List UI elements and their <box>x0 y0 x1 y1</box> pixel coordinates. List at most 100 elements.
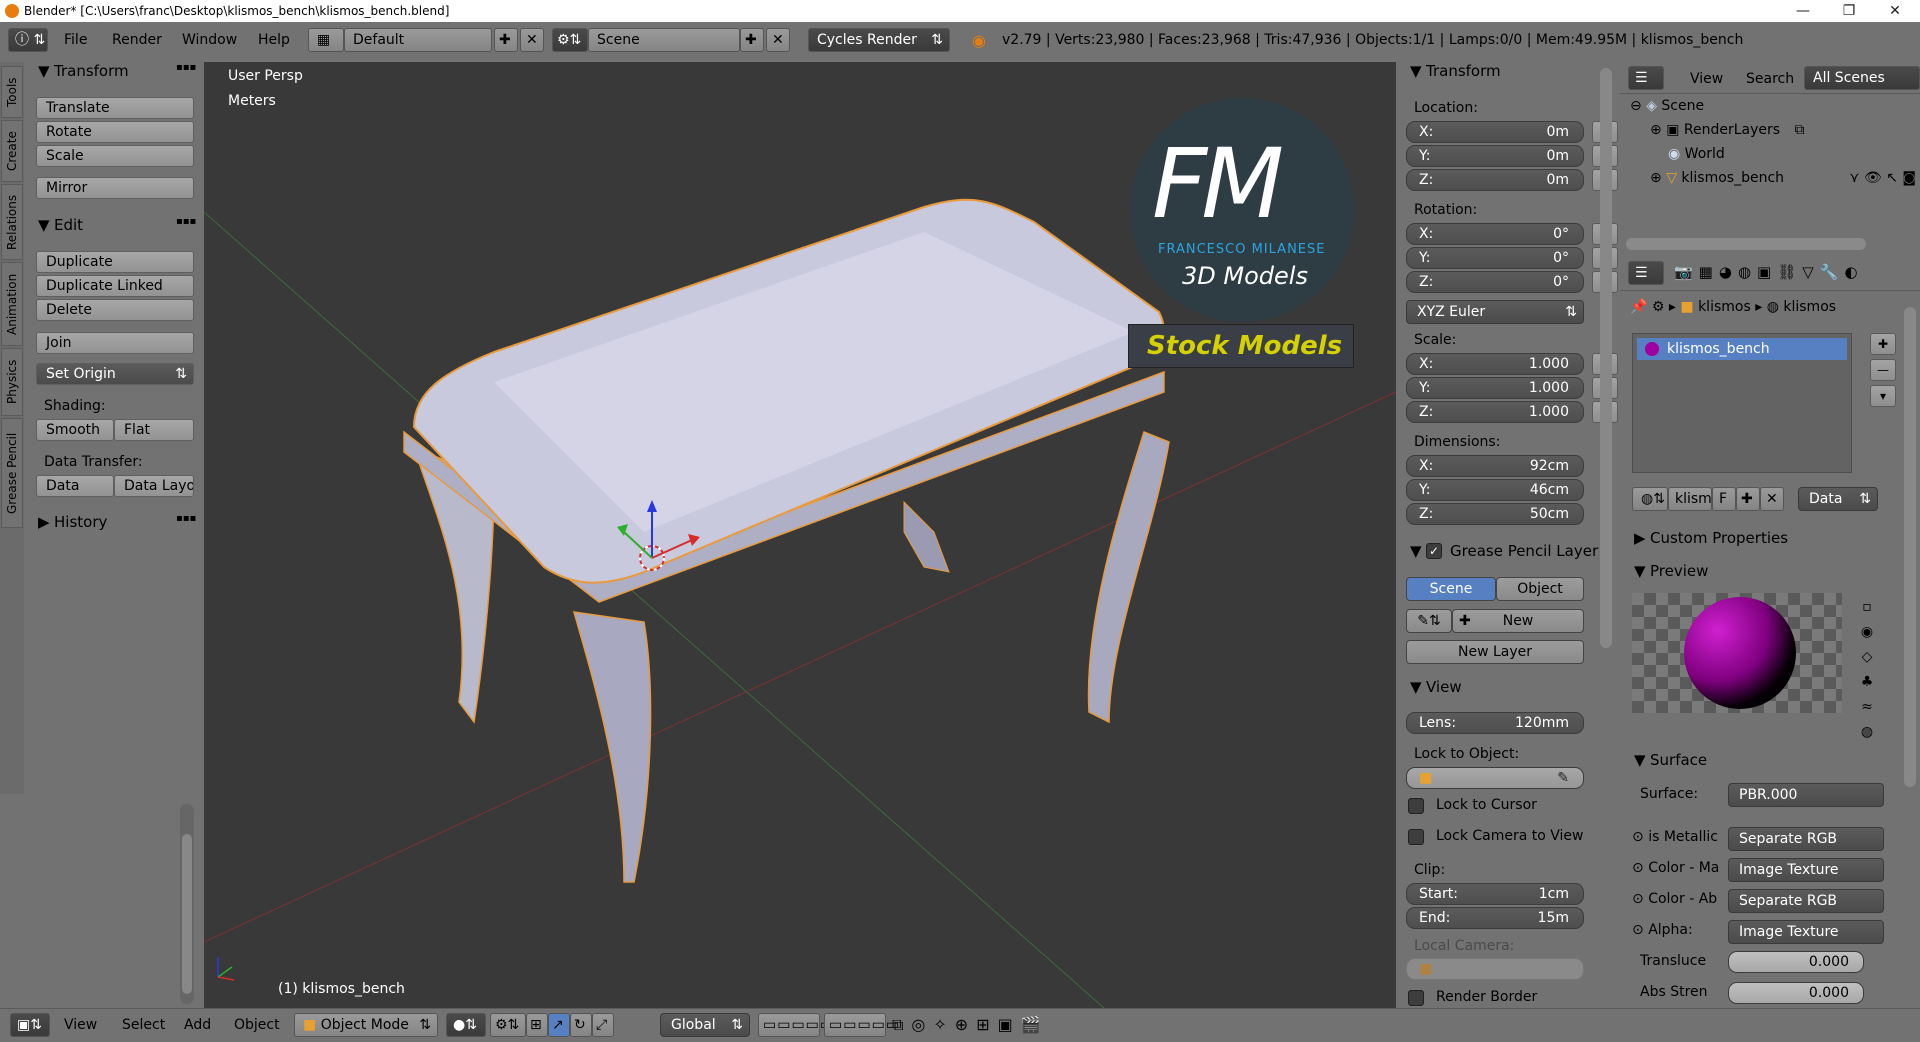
drag-grip-icon[interactable]: ▪▪▪ <box>176 513 196 524</box>
remove-layout-icon[interactable]: ✕ <box>520 28 544 52</box>
view-header[interactable]: View <box>1426 678 1462 696</box>
toolshelf-scrollbar[interactable] <box>180 804 194 1004</box>
metallic-input-dropdown[interactable]: Separate RGB <box>1728 827 1884 851</box>
add-menu[interactable]: Add <box>184 1017 211 1033</box>
menu-render[interactable]: Render <box>112 32 162 48</box>
history-expand-icon[interactable]: ▶ <box>38 513 50 531</box>
close-button[interactable]: ✕ <box>1872 0 1918 22</box>
tab-relations[interactable]: Relations <box>1 184 23 260</box>
view-collapse-icon[interactable]: ▼ <box>1410 678 1422 696</box>
add-layout-icon[interactable]: ✚ <box>494 28 518 52</box>
dimension-y-field[interactable]: Y: 46cm <box>1406 479 1584 501</box>
delete-button[interactable]: Delete <box>36 299 194 321</box>
grease-pencil-checkbox[interactable]: ✓ <box>1426 543 1442 559</box>
history-header[interactable]: History <box>54 513 107 531</box>
editor-type-info-button[interactable]: ⓘ ⇅ <box>8 28 48 52</box>
material-slot-item[interactable]: klismos_bench <box>1637 338 1847 360</box>
location-x-field[interactable]: X: 0m <box>1406 121 1584 143</box>
material-name-field[interactable]: klism <box>1668 487 1712 511</box>
join-button[interactable]: Join <box>36 332 194 354</box>
tab-grease-pencil[interactable]: Grease Pencil <box>1 418 23 528</box>
layers-grid-2[interactable]: ▭▭▭▭▭ <box>824 1013 899 1037</box>
duplicate-linked-button[interactable]: Duplicate Linked <box>36 275 194 297</box>
add-slot-icon[interactable]: ✚ <box>1870 333 1896 355</box>
tab-animation[interactable]: Animation <box>1 262 23 346</box>
gp-new-layer-button[interactable]: New Layer <box>1406 640 1584 664</box>
3d-viewport[interactable]: User Persp Meters (1) klismos_bench FM F… <box>204 62 1396 1008</box>
clip-start-field[interactable]: Start: 1cm <box>1406 883 1584 905</box>
material-slots-list[interactable]: klismos_bench <box>1632 333 1852 473</box>
transform-collapse-icon[interactable]: ▼ <box>38 62 50 80</box>
orientation-dropdown[interactable]: Global ⇅ <box>660 1013 750 1037</box>
drag-grip-icon[interactable]: ▪▪▪ <box>176 62 196 73</box>
tab-create[interactable]: Create <box>1 120 23 182</box>
minimize-button[interactable]: — <box>1780 0 1826 22</box>
smooth-button[interactable]: Smooth <box>36 419 114 441</box>
remove-slot-icon[interactable]: — <box>1870 359 1896 381</box>
material-link-dropdown[interactable]: Data ⇅ <box>1798 487 1878 511</box>
layout-icon-button[interactable]: ▦ <box>308 28 344 52</box>
edit-collapse-icon[interactable]: ▼ <box>38 216 50 234</box>
set-origin-dropdown[interactable]: Set Origin ⇅ <box>36 363 194 385</box>
menu-file[interactable]: File <box>64 32 87 48</box>
location-y-field[interactable]: Y: 0m <box>1406 145 1584 167</box>
context-tab-icons[interactable]: 📷▦◕◍▣⛓▽🔧◐ <box>1674 263 1864 281</box>
data-layout-button[interactable]: Data Layo <box>114 475 194 497</box>
n-transform-header[interactable]: Transform <box>1426 62 1501 80</box>
outliner-view-menu[interactable]: View <box>1690 71 1723 87</box>
clip-end-field[interactable]: End: 15m <box>1406 907 1584 929</box>
lock-cursor-checkbox[interactable] <box>1408 798 1424 814</box>
viewport-tool-icons[interactable]: ⧉◎✧⊕⊞▣🎬 <box>892 1015 1049 1035</box>
mode-dropdown[interactable]: ■ Object Mode ⇅ <box>294 1013 438 1037</box>
tree-row-object[interactable]: ⊕ ▽ klismos_bench ⋎ 👁 ↖ ◙ <box>1650 170 1916 186</box>
translate-manipulator-icon[interactable]: ↗ <box>548 1013 570 1037</box>
dimension-x-field[interactable]: X: 92cm <box>1406 455 1584 477</box>
scrollbar-thumb[interactable] <box>182 834 192 994</box>
menu-window[interactable]: Window <box>182 32 237 48</box>
alpha-input-dropdown[interactable]: Image Texture <box>1728 920 1884 944</box>
gp-scene-toggle[interactable]: Scene <box>1406 577 1496 601</box>
abs-strength-slider[interactable]: 0.000 <box>1728 982 1864 1004</box>
transform-header[interactable]: Transform <box>54 62 129 80</box>
fake-user-button[interactable]: F <box>1712 487 1736 511</box>
n-panel-scrollbar[interactable] <box>1600 68 1612 648</box>
rotation-mode-dropdown[interactable]: XYZ Euler ⇅ <box>1406 300 1584 324</box>
slot-menu-icon[interactable]: ▾ <box>1870 385 1896 407</box>
scene-selector[interactable]: Scene <box>588 28 740 52</box>
surface-shader-dropdown[interactable]: PBR.000 <box>1728 783 1884 807</box>
tab-tools[interactable]: Tools <box>1 66 23 118</box>
outliner-search-menu[interactable]: Search <box>1746 71 1794 87</box>
custom-props-expand-icon[interactable]: ▶ <box>1634 529 1646 547</box>
data-transfer-button[interactable]: Data <box>36 475 114 497</box>
tree-row-scene[interactable]: ⊖ ◈ Scene <box>1630 98 1704 114</box>
pencil-icon[interactable]: ✎⇅ <box>1406 609 1452 633</box>
pivot-dropdown[interactable]: ⚙⇅ <box>490 1013 526 1037</box>
menu-help[interactable]: Help <box>258 32 290 48</box>
grease-pencil-header[interactable]: Grease Pencil Layer <box>1450 542 1610 560</box>
tree-row-renderlayers[interactable]: ⊕ ▣ RenderLayers ⧉ <box>1650 122 1805 138</box>
unlink-material-icon[interactable]: ✕ <box>1760 487 1784 511</box>
outliner-filter-dropdown[interactable]: All Scenes <box>1804 66 1920 90</box>
rotation-z-field[interactable]: Z: 0° <box>1406 271 1584 293</box>
scale-manipulator-icon[interactable]: ⤢ <box>592 1013 614 1037</box>
lock-camera-checkbox[interactable] <box>1408 829 1424 845</box>
object-menu[interactable]: Object <box>234 1017 280 1033</box>
tree-row-world[interactable]: ◉ World <box>1668 146 1725 162</box>
translucent-slider[interactable]: 0.000 <box>1728 951 1864 973</box>
rotation-y-field[interactable]: Y: 0° <box>1406 247 1584 269</box>
visibility-icons[interactable]: ⋎ 👁 ↖ ◙ <box>1849 170 1916 186</box>
outliner-editor-icon[interactable]: ☰ <box>1628 66 1664 90</box>
manipulator-toggle-icon[interactable]: ⊞ <box>526 1013 548 1037</box>
scale-x-field[interactable]: X: 1.000 <box>1406 353 1584 375</box>
rotation-x-field[interactable]: X: 0° <box>1406 223 1584 245</box>
rotate-button[interactable]: Rotate <box>36 121 194 143</box>
maximize-button[interactable]: ❐ <box>1826 0 1872 22</box>
viewport-editor-icon[interactable]: ▣⇅ <box>10 1013 50 1037</box>
drag-grip-icon[interactable]: ▪▪▪ <box>176 216 196 227</box>
custom-properties-header[interactable]: Custom Properties <box>1650 529 1788 547</box>
select-menu[interactable]: Select <box>122 1017 165 1033</box>
color-ma-input-dropdown[interactable]: Image Texture <box>1728 858 1884 882</box>
layers-grid[interactable]: ▭▭▭▭▭ <box>758 1013 833 1037</box>
dimension-z-field[interactable]: Z: 50cm <box>1406 503 1584 525</box>
surface-collapse-icon[interactable]: ▼ <box>1634 751 1646 769</box>
